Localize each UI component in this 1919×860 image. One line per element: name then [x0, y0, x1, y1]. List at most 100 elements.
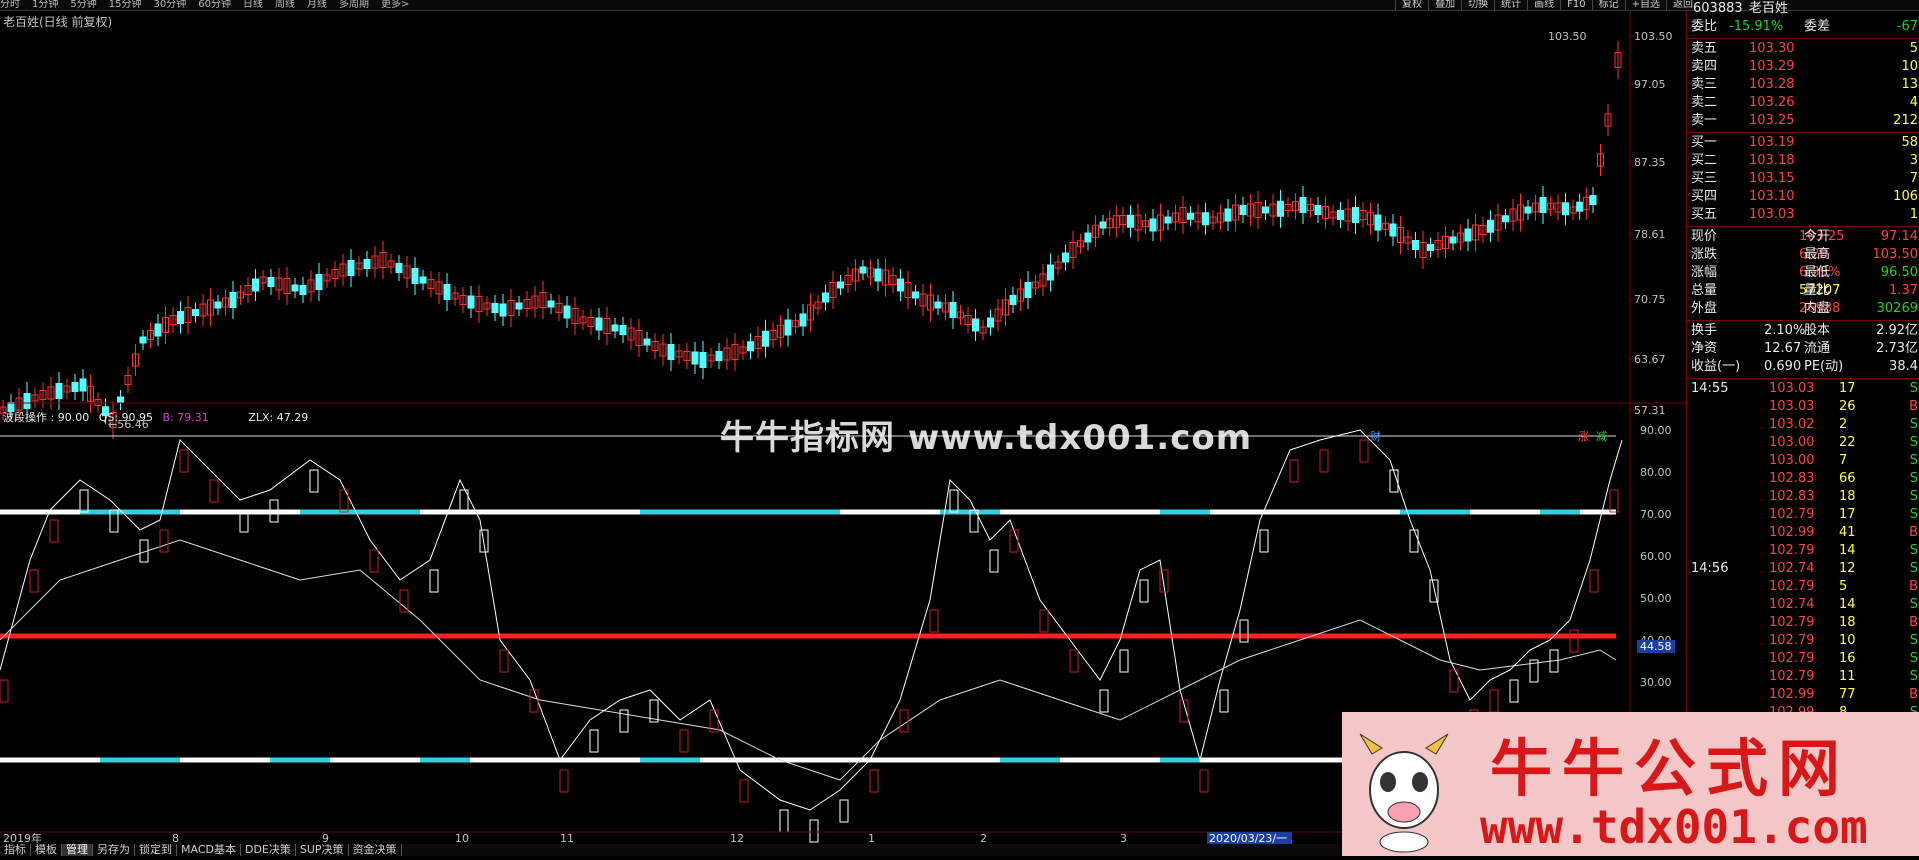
stat-label: 净资 — [1691, 341, 1718, 356]
indicator-tab-1[interactable]: 模板 — [31, 844, 62, 856]
indicator-value: 90.00 — [57, 411, 90, 424]
tick-volume: 5 — [1839, 579, 1848, 594]
candle-body — [1524, 206, 1532, 214]
tick-side: S — [1909, 669, 1918, 684]
bid-volume: 58 — [1901, 135, 1918, 150]
zlx-label: ZLX — [248, 411, 270, 424]
indicator-tab-4[interactable]: 锁定到 — [135, 844, 177, 856]
tick-time: 14:56 — [1691, 561, 1729, 576]
chart-title: 老百姓(日线 前复权) — [3, 15, 113, 29]
step-box — [29, 569, 39, 593]
tick-volume: 18 — [1839, 615, 1856, 630]
tick-price: 102.74 — [1769, 561, 1815, 576]
b-label: B — [162, 411, 171, 424]
indicator-tab-0[interactable]: 指标 — [0, 844, 31, 856]
price-axis-label: 103.50 — [1634, 30, 1673, 43]
tick-side: B — [1909, 687, 1918, 702]
candle-body — [363, 259, 371, 269]
time-axis-label: 1 — [868, 832, 875, 844]
candle-body — [71, 382, 79, 392]
stat-value: 96.50 — [1880, 265, 1918, 280]
bid-label: 买一 — [1691, 135, 1718, 150]
bid-label: 买四 — [1691, 189, 1718, 204]
candle-body — [547, 300, 555, 308]
candle-body — [1389, 223, 1397, 237]
candle-body — [837, 281, 844, 289]
time-axis-label: 12 — [730, 832, 744, 844]
indicator-axis-label: 30.00 — [1640, 676, 1672, 689]
candle-body — [912, 291, 919, 299]
candle-body — [1187, 212, 1194, 220]
stat-row: 总量 57207 量比 1.37 — [1689, 282, 1918, 300]
candle-body — [619, 325, 627, 335]
tick-side: S — [1909, 633, 1918, 648]
stat-row: 净资 12.67 流通 2.73亿 — [1689, 340, 1918, 358]
bid-price: 103.10 — [1749, 189, 1795, 204]
candle-body — [1084, 232, 1092, 243]
indicator-tab-3[interactable]: 另存为 — [93, 844, 135, 856]
step-box — [159, 529, 169, 553]
indicator-tab-6[interactable]: DDE决策 — [240, 844, 296, 856]
candle-body — [822, 292, 829, 303]
stat-row: 涨跌 6.20 最高 103.50 — [1689, 246, 1918, 264]
step-box — [1589, 569, 1599, 593]
ask-volume: 10 — [1901, 59, 1918, 74]
indicator-header: 波段操作 : 90.00 QS: 90.95 B: 79.31 ZLX: 47.… — [3, 411, 309, 424]
candle-body — [443, 284, 451, 300]
candle-body — [949, 302, 957, 318]
price-axis-label: 97.05 — [1634, 78, 1666, 91]
tick-price: 102.79 — [1769, 543, 1815, 558]
stat-row: 涨幅 6.39% 最低 96.50 — [1689, 264, 1918, 282]
candle-body — [23, 393, 31, 409]
event-marker: 涨 — [1578, 430, 1589, 443]
tick-volume: 18 — [1839, 489, 1856, 504]
candle-body — [1009, 295, 1017, 305]
candle-body — [1337, 210, 1344, 220]
candle-body — [699, 352, 707, 368]
tick-side: B — [1909, 399, 1918, 414]
candle-body — [79, 378, 87, 392]
candle-body — [762, 330, 769, 347]
weicha-label: 委差 — [1804, 19, 1831, 34]
candle-body — [1299, 197, 1307, 213]
bid-row: 买一 103.19 58 — [1689, 134, 1918, 152]
event-marker: 减 — [1596, 430, 1607, 443]
tick-price: 102.99 — [1769, 687, 1815, 702]
step-box — [429, 569, 439, 593]
stat-label: 最低 — [1804, 265, 1831, 280]
stat-value: 0.690 — [1764, 359, 1802, 374]
tick-price: 102.79 — [1769, 507, 1815, 522]
tick-row: 103.03 26 B — [1689, 398, 1918, 416]
step-box — [1569, 629, 1579, 653]
indicator-axis-label: 70.00 — [1640, 508, 1672, 521]
indicator-tab-8[interactable]: 资金决策 — [348, 844, 402, 856]
center-watermark: 牛牛指标网 www.tdx001.com — [720, 418, 1253, 458]
indicator-axis-label: 50.00 — [1640, 592, 1672, 605]
stat-label: 换手 — [1691, 323, 1718, 338]
tick-side: S — [1909, 417, 1918, 432]
candle-body — [874, 268, 882, 282]
candle-body — [563, 305, 571, 319]
ask-volume: 212 — [1893, 113, 1918, 128]
stat-label: 涨跌 — [1691, 247, 1718, 262]
candle-body — [1202, 212, 1209, 226]
candle-body — [859, 266, 867, 274]
indicator-tab-2[interactable]: 管理 — [62, 844, 93, 856]
indicator-tab-5[interactable]: MACD基本 — [177, 844, 241, 856]
candle-body — [715, 351, 723, 361]
step-box — [1039, 609, 1049, 633]
tick-volume: 41 — [1839, 525, 1856, 540]
step-box — [79, 489, 89, 513]
candle-body — [291, 284, 299, 292]
tick-volume: 17 — [1839, 381, 1856, 396]
price-axis-label: 78.61 — [1634, 228, 1666, 241]
indicator-tab-7[interactable]: SUP决策 — [295, 844, 349, 856]
tick-row: 103.00 22 S — [1689, 434, 1918, 452]
candle-body — [267, 277, 275, 287]
ask-volume: 4 — [1909, 95, 1918, 110]
tick-row: 102.79 10 S — [1689, 632, 1918, 650]
tick-row: 103.02 2 S — [1689, 416, 1918, 434]
bid-price: 103.15 — [1749, 171, 1795, 186]
ask-volume: 13 — [1901, 77, 1918, 92]
candle-body — [972, 318, 979, 332]
